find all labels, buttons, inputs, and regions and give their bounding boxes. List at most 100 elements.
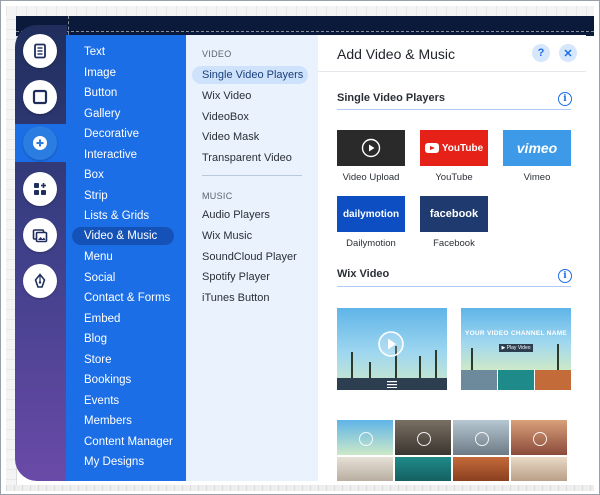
play-circle-icon bbox=[475, 431, 489, 446]
channel-scene-image bbox=[461, 308, 571, 370]
category-text[interactable]: Text bbox=[84, 43, 105, 61]
youtube-brand: YouTube bbox=[441, 142, 484, 154]
category-store[interactable]: Store bbox=[84, 351, 112, 369]
category-gallery[interactable]: Gallery bbox=[84, 105, 120, 123]
add-button[interactable] bbox=[23, 126, 57, 160]
category-menu[interactable]: Menu bbox=[84, 248, 113, 266]
wix-video-preset-2[interactable]: YOUR VIDEO CHANNEL NAME ▶ Play Video bbox=[461, 308, 571, 390]
wix-grid-thumb[interactable] bbox=[395, 457, 451, 481]
vimeo-label: Vimeo bbox=[523, 172, 551, 183]
play-circle-icon bbox=[417, 431, 431, 446]
vimeo-brand: vimeo bbox=[516, 140, 558, 156]
site-header-strip bbox=[16, 16, 594, 36]
category-embed[interactable]: Embed bbox=[84, 310, 120, 328]
sub-video-mask[interactable]: Video Mask bbox=[202, 128, 259, 146]
section-title-wix-video: Wix Video bbox=[337, 268, 390, 280]
wix-grid-thumb[interactable] bbox=[395, 420, 451, 455]
section-underline bbox=[337, 109, 571, 110]
play-video-button[interactable]: ▶ Play Video bbox=[499, 344, 533, 352]
category-button[interactable]: Button bbox=[84, 84, 117, 102]
channel-thumb-3 bbox=[535, 370, 571, 390]
category-video-music[interactable]: Video & Music bbox=[72, 227, 174, 245]
wix-grid-thumb[interactable] bbox=[337, 457, 393, 481]
info-icon[interactable]: i bbox=[558, 269, 572, 283]
category-contact-forms[interactable]: Contact & Forms bbox=[84, 289, 170, 307]
wix-grid-thumb[interactable] bbox=[337, 420, 393, 455]
wix-grid-thumb[interactable] bbox=[511, 420, 567, 455]
facebook-thumb[interactable]: facebook bbox=[420, 196, 488, 232]
sub-audio-players[interactable]: Audio Players bbox=[202, 206, 270, 224]
channel-thumb-1 bbox=[461, 370, 497, 390]
category-social[interactable]: Social bbox=[84, 269, 115, 287]
music-section-header: MUSIC bbox=[202, 191, 233, 201]
blog-pen-icon bbox=[34, 273, 46, 288]
info-icon[interactable]: i bbox=[558, 92, 572, 106]
youtube-label: YouTube bbox=[435, 172, 473, 183]
sub-soundcloud-player[interactable]: SoundCloud Player bbox=[202, 248, 297, 266]
category-decorative[interactable]: Decorative bbox=[84, 125, 139, 143]
sub-videobox[interactable]: VideoBox bbox=[202, 108, 249, 126]
close-button[interactable]: ✕ bbox=[559, 44, 577, 62]
add-apps-icon bbox=[34, 183, 46, 195]
panel-title: Add Video & Music bbox=[337, 46, 456, 62]
video-section-header: VIDEO bbox=[202, 49, 232, 59]
wix-grid-thumb[interactable] bbox=[453, 457, 509, 481]
blog-button[interactable] bbox=[23, 264, 57, 298]
media-icon bbox=[32, 229, 48, 243]
sublist-divider bbox=[202, 175, 302, 176]
category-blog[interactable]: Blog bbox=[84, 330, 107, 348]
bottom-ruler bbox=[6, 485, 594, 491]
play-circle-icon bbox=[359, 431, 373, 446]
add-apps-button[interactable] bbox=[23, 172, 57, 206]
background-button[interactable] bbox=[23, 80, 57, 114]
category-lists-grids[interactable]: Lists & Grids bbox=[84, 207, 149, 225]
dailymotion-thumb[interactable]: dailymotion bbox=[337, 196, 405, 232]
play-circle-icon bbox=[533, 431, 547, 446]
add-panel-content: Add Video & Music ? ✕ Single Video Playe… bbox=[318, 35, 586, 481]
category-events[interactable]: Events bbox=[84, 392, 119, 410]
channel-name: YOUR VIDEO CHANNEL NAME bbox=[464, 330, 568, 337]
category-content-manager[interactable]: Content Manager bbox=[84, 433, 173, 451]
category-strip[interactable]: Strip bbox=[84, 187, 108, 205]
category-my-designs[interactable]: My Designs bbox=[84, 453, 144, 471]
video-upload-label: Video Upload bbox=[342, 172, 400, 183]
youtube-logo-icon bbox=[424, 143, 439, 153]
wix-video-preset-1[interactable] bbox=[337, 308, 447, 390]
facebook-brand: facebook bbox=[429, 208, 479, 220]
category-box[interactable]: Box bbox=[84, 166, 104, 184]
sub-transparent-video[interactable]: Transparent Video bbox=[202, 149, 292, 167]
wix-grid-thumb[interactable] bbox=[453, 420, 509, 455]
channel-thumb-2 bbox=[498, 370, 534, 390]
pages-button[interactable] bbox=[23, 34, 57, 68]
facebook-label: Facebook bbox=[433, 238, 475, 249]
play-circle-icon bbox=[378, 331, 404, 357]
sub-wix-music[interactable]: Wix Music bbox=[202, 227, 252, 245]
sub-wix-video[interactable]: Wix Video bbox=[202, 87, 251, 105]
sub-spotify-player[interactable]: Spotify Player bbox=[202, 268, 270, 286]
background-icon bbox=[32, 89, 48, 105]
section-underline bbox=[337, 286, 571, 287]
section-title-single-video-players: Single Video Players bbox=[337, 92, 446, 104]
play-circle-icon bbox=[361, 138, 381, 158]
sub-single-video-players[interactable]: Single Video Players bbox=[192, 66, 308, 84]
category-bookings[interactable]: Bookings bbox=[84, 371, 131, 389]
vimeo-thumb[interactable]: vimeo bbox=[503, 130, 571, 166]
dailymotion-brand: dailymotion bbox=[342, 208, 400, 220]
title-divider bbox=[318, 71, 586, 72]
category-members[interactable]: Members bbox=[84, 412, 132, 430]
video-music-sublist: VIDEO Single Video Players Wix Video Vid… bbox=[186, 35, 318, 481]
video-controls-bar bbox=[337, 378, 447, 390]
category-image[interactable]: Image bbox=[84, 64, 116, 82]
sub-itunes-button[interactable]: iTunes Button bbox=[202, 289, 269, 307]
dailymotion-label: Dailymotion bbox=[346, 238, 396, 249]
media-button[interactable] bbox=[23, 218, 57, 252]
menu-icon bbox=[387, 381, 397, 388]
wix-grid-thumb[interactable] bbox=[511, 457, 567, 481]
video-upload-thumb[interactable] bbox=[337, 130, 405, 166]
category-interactive[interactable]: Interactive bbox=[84, 146, 137, 164]
youtube-thumb[interactable]: YouTube bbox=[420, 130, 488, 166]
help-button[interactable]: ? bbox=[532, 44, 550, 62]
add-icon bbox=[33, 136, 47, 150]
pages-icon bbox=[34, 43, 46, 59]
add-categories-list: Text Image Button Gallery Decorative Int… bbox=[66, 35, 186, 481]
